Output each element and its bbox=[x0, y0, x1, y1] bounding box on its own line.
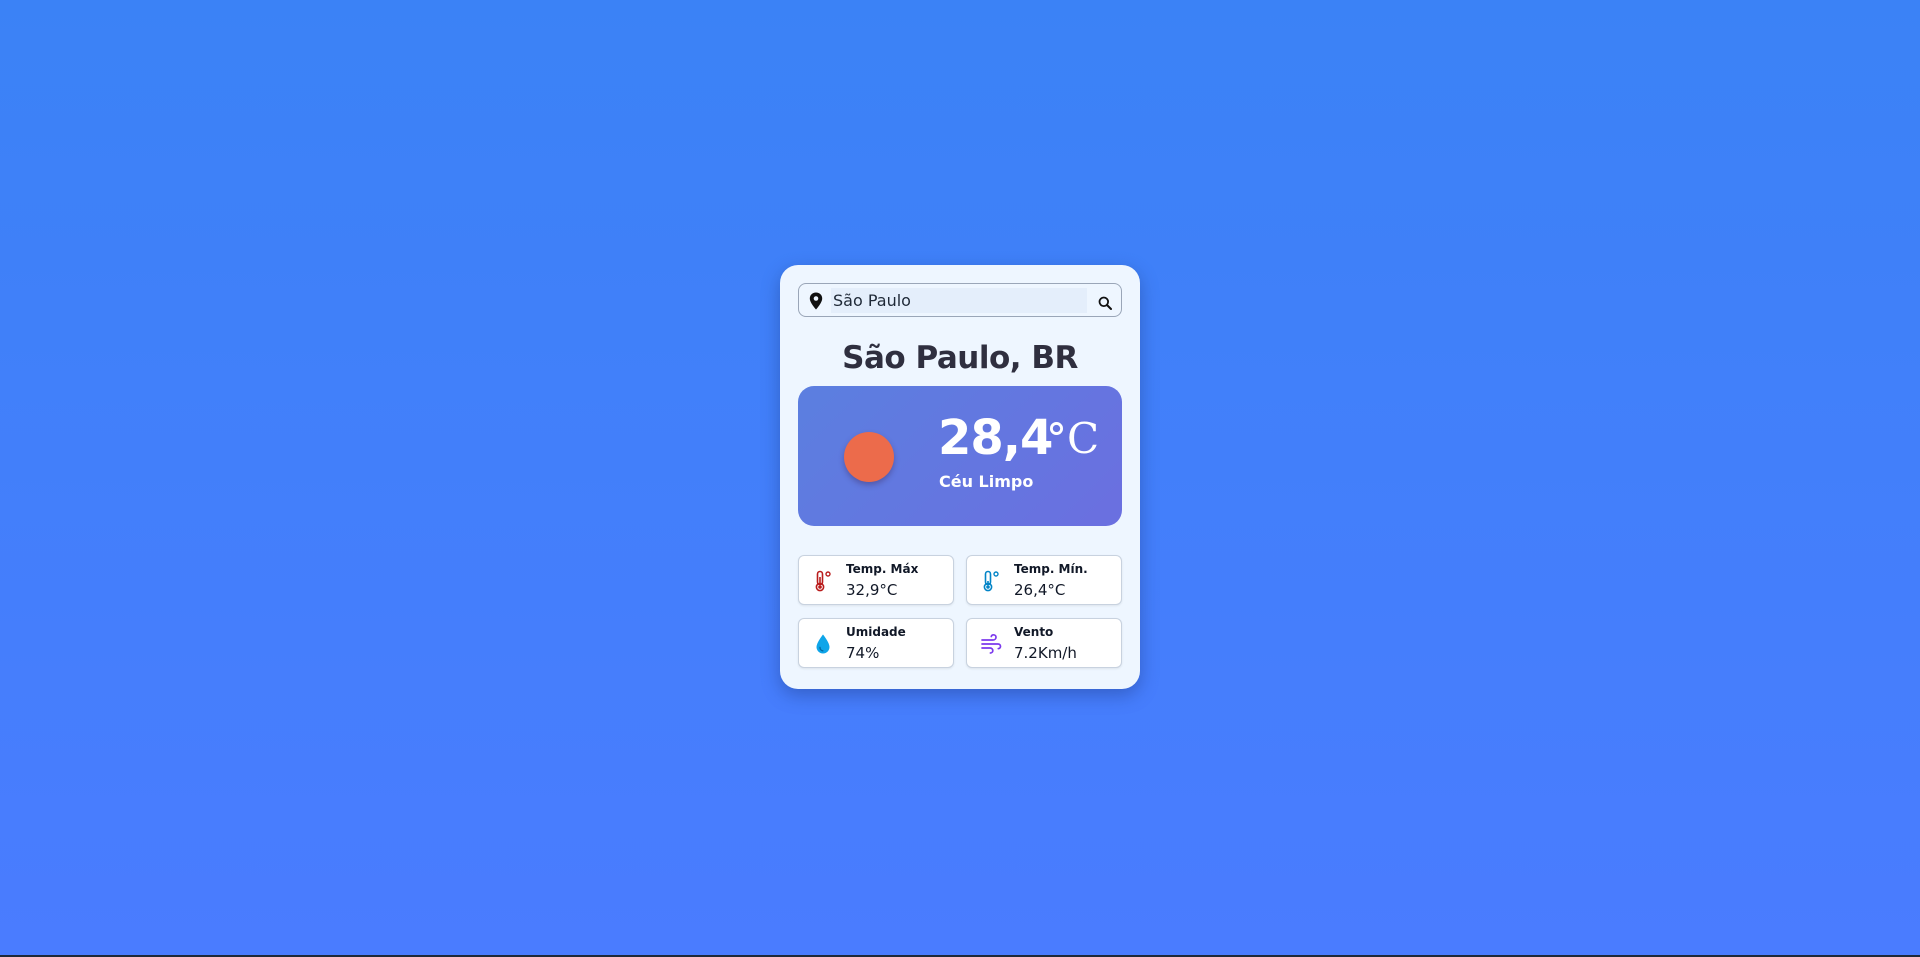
current-weather-panel: 28,4 °C Céu Limpo bbox=[798, 386, 1122, 526]
location-pin-icon bbox=[809, 292, 823, 310]
wind-icon bbox=[981, 633, 1002, 654]
thermometer-cold-icon bbox=[983, 570, 999, 592]
stat-label: Umidade bbox=[846, 625, 906, 639]
water-drop-icon bbox=[816, 634, 830, 654]
search-input[interactable] bbox=[831, 288, 1087, 313]
stat-label: Temp. Máx bbox=[846, 562, 919, 576]
stat-min-temp: Temp. Mín. 26,4°C bbox=[966, 555, 1122, 605]
stat-max-temp: Temp. Máx 32,9°C bbox=[798, 555, 954, 605]
stat-value: 26,4°C bbox=[1014, 581, 1066, 599]
sun-icon bbox=[844, 432, 894, 482]
weather-card: São Paulo, BR 28,4 °C Céu Limpo Temp. Má… bbox=[780, 265, 1140, 689]
city-title: São Paulo, BR bbox=[842, 340, 1078, 376]
stat-label: Temp. Mín. bbox=[1014, 562, 1088, 576]
stat-wind: Vento 7.2Km/h bbox=[966, 618, 1122, 668]
thermometer-hot-icon bbox=[815, 570, 831, 592]
stat-humidity: Umidade 74% bbox=[798, 618, 954, 668]
stat-value: 7.2Km/h bbox=[1014, 644, 1077, 662]
search-bar bbox=[798, 283, 1122, 317]
current-temperature: 28,4 bbox=[938, 410, 1053, 466]
stat-label: Vento bbox=[1014, 625, 1054, 639]
stat-value: 74% bbox=[846, 644, 880, 662]
search-button[interactable] bbox=[1091, 287, 1119, 313]
weather-condition: Céu Limpo bbox=[939, 472, 1034, 491]
stat-value: 32,9°C bbox=[846, 581, 898, 599]
temperature-unit: °C bbox=[1046, 414, 1100, 463]
search-icon bbox=[1098, 296, 1112, 310]
